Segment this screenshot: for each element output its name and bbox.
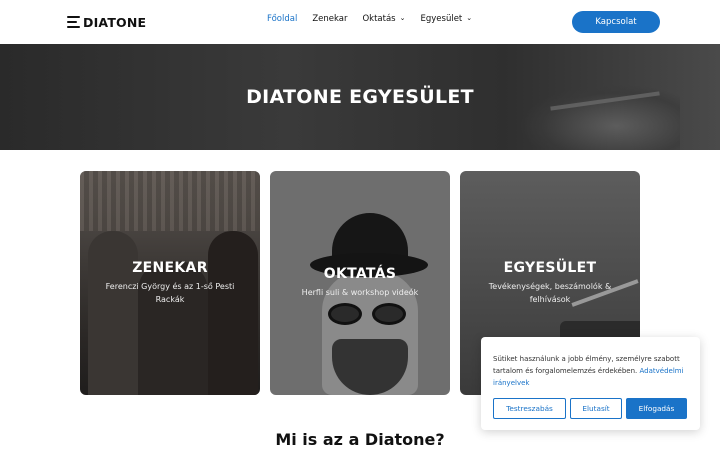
nav-item-zenekar[interactable]: Zenekar (312, 14, 347, 24)
contact-button[interactable]: Kapcsolat (572, 11, 660, 33)
card-oktatas[interactable]: OKTATÁS Herfli suli & workshop videók (270, 171, 450, 395)
card-zenekar[interactable]: ZENEKAR Ferenczi György és az 1-ső Pesti… (80, 171, 260, 395)
glasses-lens (328, 303, 362, 325)
site-header: DIATONE Főoldal Zenekar Oktatás ⌄ Egyesü… (0, 0, 720, 44)
glasses-lens (372, 303, 406, 325)
cookie-banner: Sütiket használunk a jobb élmény, személ… (481, 337, 700, 430)
bookshelf-decoration (80, 171, 260, 231)
chevron-down-icon: ⌄ (399, 14, 406, 22)
card-title: OKTATÁS (323, 266, 397, 282)
nav-item-label: Oktatás (362, 14, 396, 24)
main-nav: Főoldal Zenekar Oktatás ⌄ Egyesület ⌄ (267, 14, 472, 24)
card-subtitle: Tevékenységek, beszámolók & felhívások (488, 282, 612, 304)
card-subtitle: Ferenczi György és az 1-ső Pesti Rackák (105, 282, 235, 304)
accept-button[interactable]: Elfogadás (626, 398, 687, 419)
logo-text: DIATONE (83, 14, 147, 30)
nav-item-oktatas[interactable]: Oktatás ⌄ (362, 14, 405, 24)
hero-banner: DIATONE EGYESÜLET (0, 44, 720, 150)
page-title: DIATONE EGYESÜLET (246, 86, 474, 108)
nav-item-label: Egyesület (420, 14, 463, 24)
nav-item-label: Főoldal (267, 14, 298, 24)
chevron-down-icon: ⌄ (466, 14, 473, 22)
nav-item-fooldal[interactable]: Főoldal (267, 14, 297, 24)
reject-button[interactable]: Elutasít (570, 398, 622, 419)
nav-item-label: Zenekar (312, 14, 348, 24)
card-subtitle: Herfli suli & workshop videók (301, 288, 419, 297)
section-title: Mi is az a Diatone? (275, 430, 445, 449)
cookie-text: Sütiket használunk a jobb élmény, személ… (493, 353, 691, 389)
person-silhouette (208, 231, 258, 395)
card-background-image (270, 171, 450, 395)
card-title: EGYESÜLET (503, 260, 597, 276)
person-silhouette (88, 231, 138, 395)
logo-icon (67, 16, 80, 28)
logo[interactable]: DIATONE (67, 14, 146, 30)
nav-item-egyesulet[interactable]: Egyesület ⌄ (420, 14, 472, 24)
card-title: ZENEKAR (132, 260, 208, 276)
customize-button[interactable]: Testreszabás (493, 398, 566, 419)
